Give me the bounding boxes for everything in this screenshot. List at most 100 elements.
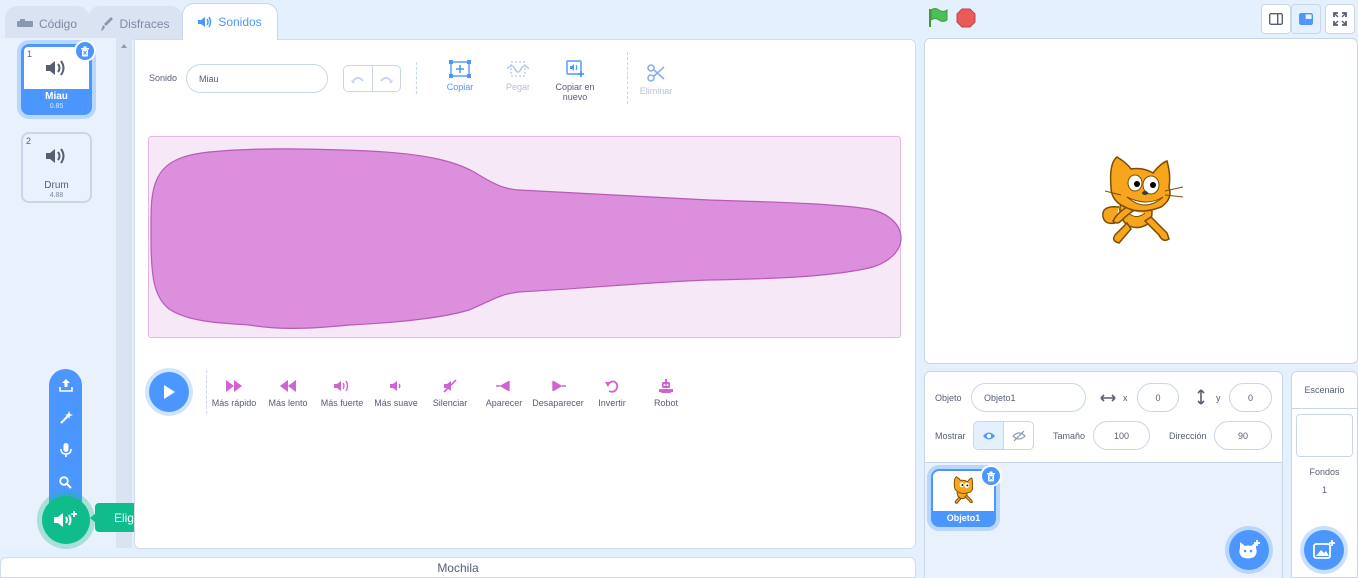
effect-softer[interactable]: Más suave xyxy=(370,378,422,408)
tab-code[interactable]: Código xyxy=(5,6,89,40)
effect-label: Más fuerte xyxy=(320,398,364,408)
upload-icon xyxy=(58,379,73,392)
effect-fade-out[interactable]: Desaparecer xyxy=(530,378,586,408)
y-position-icon xyxy=(1196,389,1206,408)
record-sound-button[interactable] xyxy=(49,438,82,462)
paste-button[interactable]: Pegar xyxy=(495,58,541,92)
copy-to-new-button[interactable]: Copiar en nuevo xyxy=(548,58,602,102)
choose-sound-button[interactable] xyxy=(42,496,90,544)
trash-icon xyxy=(81,46,89,56)
choose-sprite-button[interactable] xyxy=(1229,530,1269,570)
size-input[interactable]: 100 xyxy=(1093,421,1150,450)
normal-stage-button[interactable] xyxy=(1291,4,1321,34)
effect-faster[interactable]: Más rápido xyxy=(208,378,260,408)
backpack-bar[interactable]: Mochila xyxy=(0,557,916,578)
paste-label: Pegar xyxy=(505,82,531,92)
sound-name-input[interactable]: Miau xyxy=(186,64,328,93)
fullscreen-button[interactable] xyxy=(1325,4,1355,34)
copy-to-new-icon xyxy=(566,60,584,77)
robot-icon xyxy=(659,378,673,393)
tab-code-label: Código xyxy=(38,16,78,31)
backdrops-count: 1 xyxy=(1321,485,1327,495)
tab-sounds[interactable]: Sonidos xyxy=(182,3,278,40)
y-input[interactable]: 0 xyxy=(1229,383,1272,412)
stage-title: Escenario xyxy=(1304,385,1345,395)
add-sound-icon xyxy=(54,511,77,527)
rewind-icon xyxy=(280,380,296,392)
delete-sprite-button[interactable] xyxy=(980,465,1002,487)
small-stage-button[interactable] xyxy=(1261,4,1291,34)
sound-name: Drum xyxy=(44,180,69,191)
copy-button[interactable]: Copiar xyxy=(437,58,483,92)
eye-icon xyxy=(982,432,995,439)
direction-label: Dirección xyxy=(1169,431,1207,441)
stop-button[interactable] xyxy=(956,8,976,31)
sound-thumbnail xyxy=(25,136,88,176)
x-input[interactable]: 0 xyxy=(1137,383,1179,412)
effect-mute[interactable]: Silenciar xyxy=(426,378,474,408)
stage-canvas[interactable] xyxy=(924,38,1358,364)
hide-sprite-button[interactable] xyxy=(1004,422,1033,449)
waveform xyxy=(150,148,902,329)
tab-costumes[interactable]: Disfraces xyxy=(88,6,183,40)
brush-icon xyxy=(101,16,114,31)
mute-icon xyxy=(443,379,457,393)
sound-list-scrollbar[interactable] xyxy=(116,38,132,548)
cat-sprite[interactable] xyxy=(1097,155,1187,251)
effect-reverse[interactable]: Invertir xyxy=(590,378,634,408)
redo-button[interactable] xyxy=(373,66,401,91)
x-label: x xyxy=(1123,393,1128,403)
speaker-icon xyxy=(45,148,64,164)
trash-icon xyxy=(987,471,995,481)
effect-label: Aparecer xyxy=(485,398,523,408)
choose-backdrop-button[interactable] xyxy=(1304,530,1344,570)
copy-selection-icon xyxy=(449,60,471,78)
scissors-icon xyxy=(647,64,665,82)
effect-slower[interactable]: Más lento xyxy=(264,378,312,408)
effect-label: Invertir xyxy=(598,398,626,408)
surprise-sound-button[interactable] xyxy=(49,406,82,430)
undo-button[interactable] xyxy=(344,66,373,91)
copy-to-new-label: Copiar en nuevo xyxy=(555,82,595,102)
play-button[interactable] xyxy=(149,372,189,412)
sound-duration: 0.85 xyxy=(49,103,64,110)
toolbar-divider xyxy=(416,62,417,94)
sound-item-miau[interactable]: 1 Miau 0.85 xyxy=(21,40,96,115)
tab-costumes-label: Disfraces xyxy=(119,16,170,31)
search-sound-button[interactable] xyxy=(49,470,82,494)
backdrop-thumbnail[interactable] xyxy=(1296,414,1353,457)
stop-icon xyxy=(956,8,976,28)
effect-robot[interactable]: Robot xyxy=(644,378,688,408)
search-icon xyxy=(59,475,72,489)
backdrops-label: Fondos xyxy=(1309,467,1340,477)
effect-louder[interactable]: Más fuerte xyxy=(316,378,368,408)
small-stage-icon xyxy=(1269,13,1283,25)
green-flag-button[interactable] xyxy=(927,7,949,32)
waveform-display[interactable] xyxy=(148,136,902,338)
show-sprite-button[interactable] xyxy=(974,422,1004,449)
x-position-icon xyxy=(1100,392,1116,406)
fade-in-icon xyxy=(496,380,510,392)
effect-label: Más suave xyxy=(374,398,418,408)
effect-fade-in[interactable]: Aparecer xyxy=(480,378,528,408)
paste-icon xyxy=(507,61,529,77)
volume-up-icon xyxy=(334,380,349,392)
microphone-icon xyxy=(59,442,72,457)
delete-sound-button[interactable] xyxy=(74,40,96,62)
effect-label: Más rápido xyxy=(211,398,257,408)
redo-icon xyxy=(380,76,394,83)
visibility-toggle xyxy=(973,421,1034,450)
direction-input[interactable]: 90 xyxy=(1214,421,1272,450)
sound-duration: 4.88 xyxy=(49,192,64,199)
sprite-name-input[interactable]: Objeto1 xyxy=(971,383,1086,412)
tab-sounds-label: Sonidos xyxy=(218,15,262,29)
show-label: Mostrar xyxy=(935,431,966,441)
normal-stage-icon xyxy=(1299,13,1313,25)
sound-item-drum[interactable]: 2 Drum 4.88 xyxy=(21,132,92,203)
upload-sound-button[interactable] xyxy=(49,373,82,397)
delete-selection-button[interactable]: Eliminar xyxy=(634,62,678,96)
size-label: Tamaño xyxy=(1053,431,1086,441)
fast-forward-icon xyxy=(226,380,242,392)
y-label: y xyxy=(1216,393,1221,403)
sprite-item-objeto1[interactable]: Objeto1 xyxy=(931,465,1002,527)
